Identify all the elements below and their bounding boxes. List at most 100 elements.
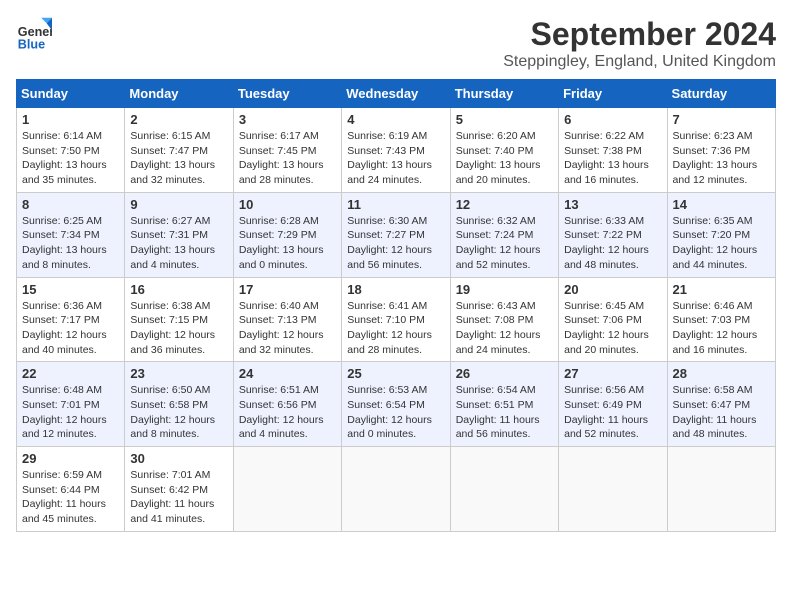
calendar-cell: 11Sunrise: 6:30 AMSunset: 7:27 PMDayligh… [342, 192, 450, 277]
calendar-cell: 12 Sunrise: 6:32 AMSunset: 7:24 PMDayligh… [450, 192, 558, 277]
day-number: 26 [456, 366, 553, 381]
calendar-cell: 23 Sunrise: 6:50 AMSunset: 6:58 PMDayligh… [125, 362, 233, 447]
calendar-cell: 1 Sunrise: 6:14 AMSunset: 7:50 PMDaylight… [17, 108, 125, 193]
day-number: 8 [22, 197, 119, 212]
weekday-header-monday: Monday [125, 80, 233, 108]
day-info: Sunrise: 6:45 AMSunset: 7:06 PMDaylight:… [564, 299, 661, 358]
calendar-cell: 3 Sunrise: 6:17 AMSunset: 7:45 PMDaylight… [233, 108, 341, 193]
day-number: 5 [456, 112, 553, 127]
day-info: Sunrise: 6:14 AMSunset: 7:50 PMDaylight:… [22, 129, 119, 188]
day-number: 4 [347, 112, 444, 127]
day-number: 15 [22, 282, 119, 297]
calendar-cell: 25 Sunrise: 6:53 AMSunset: 6:54 PMDayligh… [342, 362, 450, 447]
weekday-header-row: SundayMondayTuesdayWednesdayThursdayFrid… [17, 80, 776, 108]
day-number: 2 [130, 112, 227, 127]
calendar-week-3: 15 Sunrise: 6:36 AMSunset: 7:17 PMDayligh… [17, 277, 776, 362]
day-info: Sunrise: 6:15 AMSunset: 7:47 PMDaylight:… [130, 129, 227, 188]
day-info: Sunrise: 6:54 AMSunset: 6:51 PMDaylight:… [456, 383, 553, 442]
day-info: Sunrise: 7:01 AMSunset: 6:42 PMDaylight:… [130, 468, 227, 527]
day-number: 10 [239, 197, 336, 212]
day-info: Sunrise: 6:19 AMSunset: 7:43 PMDaylight:… [347, 129, 444, 188]
day-number: 7 [673, 112, 770, 127]
day-number: 14 [673, 197, 770, 212]
day-info: Sunrise: 6:56 AMSunset: 6:49 PMDaylight:… [564, 383, 661, 442]
calendar-cell [342, 447, 450, 532]
day-number: 24 [239, 366, 336, 381]
calendar-cell: 6Sunrise: 6:22 AMSunset: 7:38 PMDaylight… [559, 108, 667, 193]
day-number: 13 [564, 197, 661, 212]
day-info: Sunrise: 6:30 AMSunset: 7:27 PMDaylight:… [347, 214, 444, 273]
day-number: 29 [22, 451, 119, 466]
calendar-cell: 21 Sunrise: 6:46 AMSunset: 7:03 PMDayligh… [667, 277, 775, 362]
weekday-header-tuesday: Tuesday [233, 80, 341, 108]
calendar-cell: 24 Sunrise: 6:51 AMSunset: 6:56 PMDayligh… [233, 362, 341, 447]
day-info: Sunrise: 6:43 AMSunset: 7:08 PMDaylight:… [456, 299, 553, 358]
day-number: 27 [564, 366, 661, 381]
title-area: September 2024 Steppingley, England, Uni… [503, 16, 776, 71]
calendar-cell: 7 Sunrise: 6:23 AMSunset: 7:36 PMDaylight… [667, 108, 775, 193]
calendar-cell: 14Sunrise: 6:35 AMSunset: 7:20 PMDayligh… [667, 192, 775, 277]
day-number: 1 [22, 112, 119, 127]
calendar-table: SundayMondayTuesdayWednesdayThursdayFrid… [16, 79, 776, 532]
calendar-week-4: 22Sunrise: 6:48 AMSunset: 7:01 PMDayligh… [17, 362, 776, 447]
day-info: Sunrise: 6:38 AMSunset: 7:15 PMDaylight:… [130, 299, 227, 358]
day-info: Sunrise: 6:36 AMSunset: 7:17 PMDaylight:… [22, 299, 119, 358]
calendar-cell: 5 Sunrise: 6:20 AMSunset: 7:40 PMDaylight… [450, 108, 558, 193]
day-info: Sunrise: 6:58 AMSunset: 6:47 PMDaylight:… [673, 383, 770, 442]
day-info: Sunrise: 6:32 AMSunset: 7:24 PMDaylight:… [456, 214, 553, 273]
day-info: Sunrise: 6:53 AMSunset: 6:54 PMDaylight:… [347, 383, 444, 442]
calendar-week-1: 1 Sunrise: 6:14 AMSunset: 7:50 PMDaylight… [17, 108, 776, 193]
calendar-cell: 30 Sunrise: 7:01 AMSunset: 6:42 PMDayligh… [125, 447, 233, 532]
svg-text:Blue: Blue [18, 37, 45, 51]
day-info: Sunrise: 6:51 AMSunset: 6:56 PMDaylight:… [239, 383, 336, 442]
day-info: Sunrise: 6:46 AMSunset: 7:03 PMDaylight:… [673, 299, 770, 358]
calendar-cell: 22Sunrise: 6:48 AMSunset: 7:01 PMDayligh… [17, 362, 125, 447]
day-number: 9 [130, 197, 227, 212]
calendar-cell: 27 Sunrise: 6:56 AMSunset: 6:49 PMDayligh… [559, 362, 667, 447]
day-number: 19 [456, 282, 553, 297]
calendar-cell: 28 Sunrise: 6:58 AMSunset: 6:47 PMDayligh… [667, 362, 775, 447]
calendar-cell: 9Sunrise: 6:27 AMSunset: 7:31 PMDaylight… [125, 192, 233, 277]
calendar-cell: 16Sunrise: 6:38 AMSunset: 7:15 PMDayligh… [125, 277, 233, 362]
day-info: Sunrise: 6:28 AMSunset: 7:29 PMDaylight:… [239, 214, 336, 273]
day-number: 3 [239, 112, 336, 127]
day-info: Sunrise: 6:23 AMSunset: 7:36 PMDaylight:… [673, 129, 770, 188]
weekday-header-thursday: Thursday [450, 80, 558, 108]
calendar-cell: 13 Sunrise: 6:33 AMSunset: 7:22 PMDayligh… [559, 192, 667, 277]
day-number: 18 [347, 282, 444, 297]
day-number: 23 [130, 366, 227, 381]
calendar-cell: 18Sunrise: 6:41 AMSunset: 7:10 PMDayligh… [342, 277, 450, 362]
calendar-cell [450, 447, 558, 532]
day-info: Sunrise: 6:25 AMSunset: 7:34 PMDaylight:… [22, 214, 119, 273]
calendar-cell: 17Sunrise: 6:40 AMSunset: 7:13 PMDayligh… [233, 277, 341, 362]
day-number: 21 [673, 282, 770, 297]
day-info: Sunrise: 6:33 AMSunset: 7:22 PMDaylight:… [564, 214, 661, 273]
calendar-cell: 4 Sunrise: 6:19 AMSunset: 7:43 PMDaylight… [342, 108, 450, 193]
calendar-cell: 26 Sunrise: 6:54 AMSunset: 6:51 PMDayligh… [450, 362, 558, 447]
calendar-cell [559, 447, 667, 532]
logo-icon: General Blue [16, 16, 52, 52]
day-number: 12 [456, 197, 553, 212]
calendar-cell: 2 Sunrise: 6:15 AMSunset: 7:47 PMDaylight… [125, 108, 233, 193]
day-info: Sunrise: 6:22 AMSunset: 7:38 PMDaylight:… [564, 129, 661, 188]
calendar-cell: 10 Sunrise: 6:28 AMSunset: 7:29 PMDayligh… [233, 192, 341, 277]
calendar-week-2: 8 Sunrise: 6:25 AMSunset: 7:34 PMDaylight… [17, 192, 776, 277]
month-title: September 2024 [503, 16, 776, 53]
day-number: 30 [130, 451, 227, 466]
logo: General Blue [16, 16, 52, 52]
calendar-cell [667, 447, 775, 532]
day-number: 25 [347, 366, 444, 381]
day-number: 22 [22, 366, 119, 381]
weekday-header-saturday: Saturday [667, 80, 775, 108]
weekday-header-wednesday: Wednesday [342, 80, 450, 108]
day-number: 28 [673, 366, 770, 381]
weekday-header-sunday: Sunday [17, 80, 125, 108]
calendar-cell: 19 Sunrise: 6:43 AMSunset: 7:08 PMDayligh… [450, 277, 558, 362]
day-info: Sunrise: 6:40 AMSunset: 7:13 PMDaylight:… [239, 299, 336, 358]
calendar-cell: 15 Sunrise: 6:36 AMSunset: 7:17 PMDayligh… [17, 277, 125, 362]
weekday-header-friday: Friday [559, 80, 667, 108]
day-info: Sunrise: 6:50 AMSunset: 6:58 PMDaylight:… [130, 383, 227, 442]
day-number: 20 [564, 282, 661, 297]
day-info: Sunrise: 6:17 AMSunset: 7:45 PMDaylight:… [239, 129, 336, 188]
day-info: Sunrise: 6:20 AMSunset: 7:40 PMDaylight:… [456, 129, 553, 188]
